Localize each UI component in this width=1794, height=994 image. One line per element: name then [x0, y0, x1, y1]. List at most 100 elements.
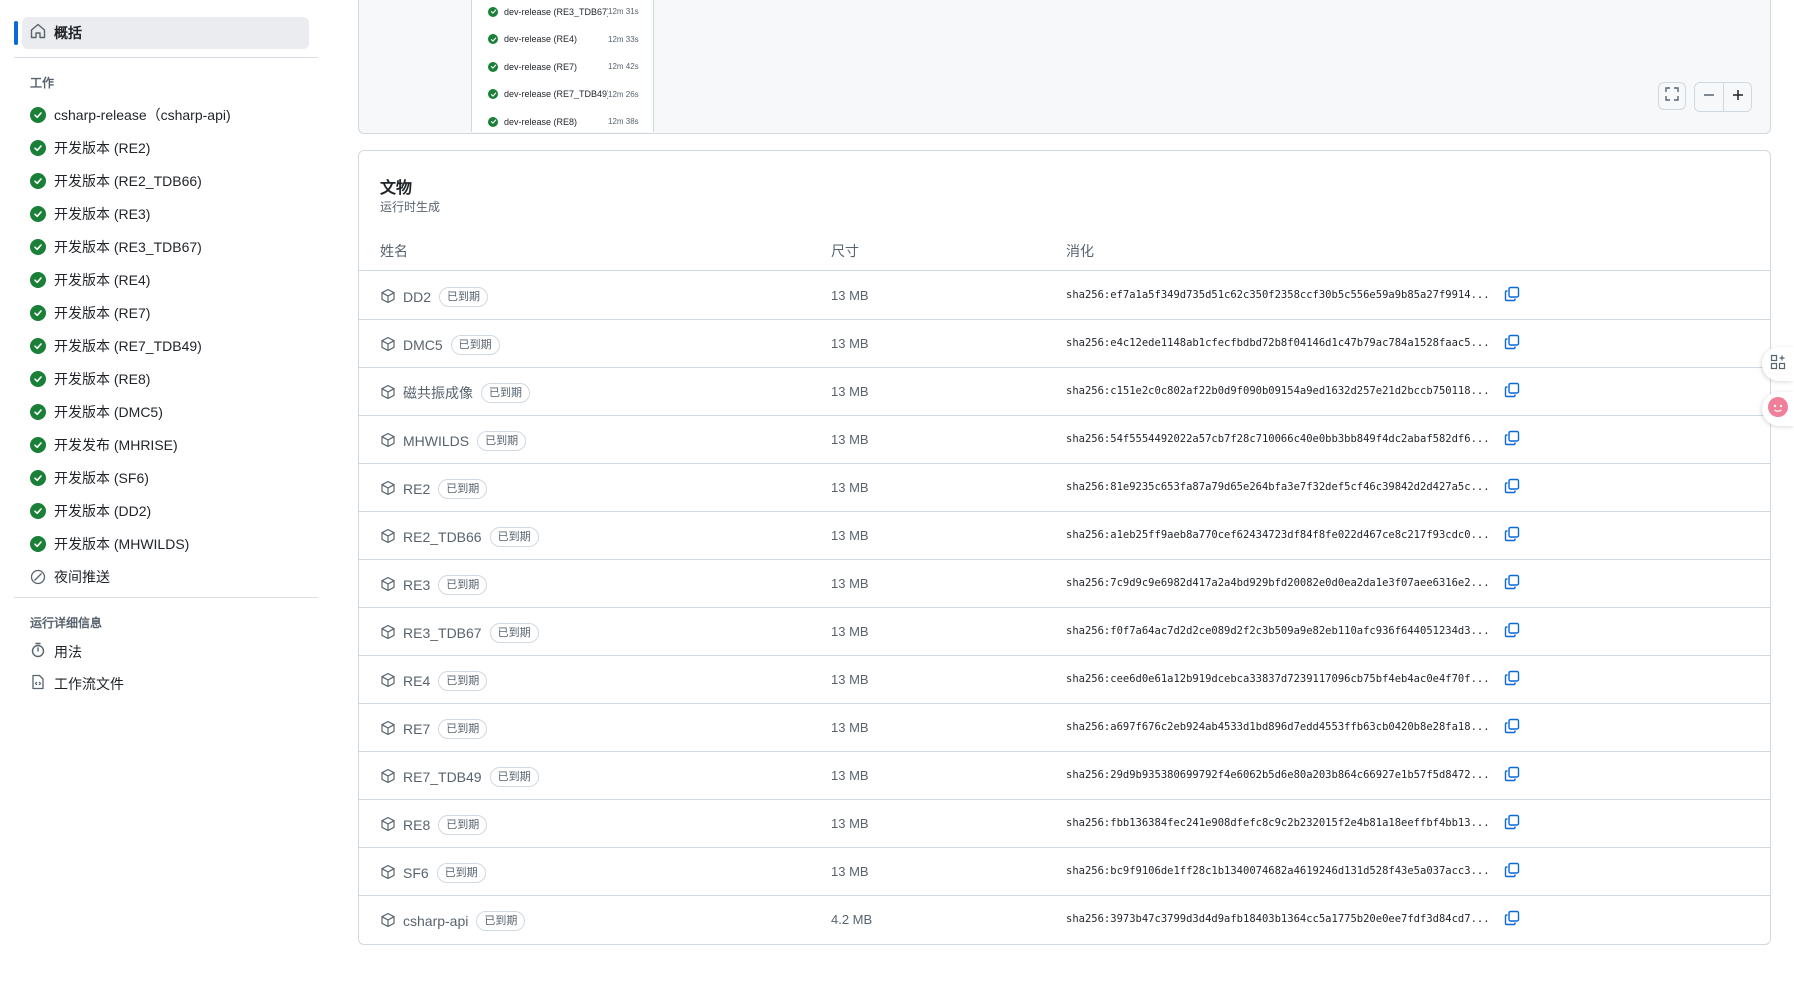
copy-button[interactable]	[1502, 574, 1522, 594]
artifact-name: DMC5	[403, 337, 443, 353]
zoom-out-button[interactable]	[1695, 83, 1723, 111]
artifact-name-link[interactable]: RE2_TDB66 已到期	[403, 527, 539, 547]
sidebar-job-item[interactable]: 开发版本 (RE4)	[14, 263, 318, 296]
fullscreen-button[interactable]	[1658, 82, 1686, 110]
artifact-size: 13 MB	[831, 864, 869, 879]
package-icon	[380, 480, 396, 496]
file-code-icon	[30, 674, 46, 695]
copy-button[interactable]	[1502, 910, 1522, 930]
check-circle-icon	[30, 502, 46, 519]
check-circle-icon	[30, 205, 46, 222]
copy-button[interactable]	[1502, 526, 1522, 546]
table-row: RE7 已到期 13 MB sha256:a697f676c2eb924ab4533d…	[359, 704, 1770, 752]
copy-button[interactable]	[1502, 862, 1522, 882]
sidebar-job-item[interactable]: 开发版本 (RE2_TDB66)	[14, 164, 318, 197]
artifact-name: RE7	[403, 721, 431, 737]
artifact-name-link[interactable]: RE7 已到期	[403, 719, 488, 739]
artifact-digest: sha256:cee6d0e61a12b919dcebca33837d72391…	[1066, 673, 1490, 685]
divider	[14, 597, 318, 598]
check-circle-icon	[30, 172, 46, 189]
graph-job-name: dev-release (RE7)	[504, 61, 578, 72]
copy-button[interactable]	[1502, 478, 1522, 498]
sidebar-item-workflow-file[interactable]: 工作流文件	[14, 668, 318, 700]
sidebar-job-item[interactable]: 开发版本 (RE7)	[14, 296, 318, 329]
graph-job-duration: 12m 26s	[608, 89, 639, 99]
copy-button[interactable]	[1502, 814, 1522, 834]
sidebar-job-item[interactable]: 开发版本 (RE2)	[14, 131, 318, 164]
sidebar-job-item[interactable]: 夜间推送	[14, 560, 318, 593]
graph-job-node[interactable]: dev-release (RE3_TDB67) 12m 31s	[472, 0, 653, 26]
artifact-name: MHWILDS	[403, 433, 470, 449]
artifact-name-link[interactable]: RE3_TDB67 已到期	[403, 623, 539, 643]
artifacts-table-header: 姓名 尺寸 消化	[359, 231, 1770, 271]
sidebar-job-item[interactable]: 开发版本 (RE8)	[14, 362, 318, 395]
artifact-name-link[interactable]: DMC5 已到期	[403, 335, 500, 355]
graph-job-duration: 12m 31s	[608, 7, 639, 17]
sidebar-job-item[interactable]: 开发版本 (DD2)	[14, 494, 318, 527]
expired-badge: 已到期	[450, 335, 500, 355]
copy-button[interactable]	[1502, 670, 1522, 690]
zoom-in-button[interactable]	[1723, 83, 1751, 111]
sidebar-job-item[interactable]: 开发版本 (RE3_TDB67)	[14, 230, 318, 263]
copy-button[interactable]	[1502, 766, 1522, 786]
sidebar-job-label: 开发版本 (RE2)	[54, 139, 151, 156]
sidebar-job-label: 开发版本 (RE7)	[54, 304, 151, 321]
sidebar-job-item[interactable]: 开发版本 (SF6)	[14, 461, 318, 494]
zoom-in-icon	[1731, 88, 1745, 107]
artifact-name-link[interactable]: RE2 已到期	[403, 479, 488, 499]
sidebar-job-item[interactable]: 开发版本 (RE7_TDB49)	[14, 329, 318, 362]
artifact-name-link[interactable]: DD2 已到期	[403, 287, 489, 307]
expired-badge: 已到期	[436, 863, 486, 883]
check-circle-icon	[30, 304, 46, 321]
copy-button[interactable]	[1502, 334, 1522, 354]
column-header-name: 姓名	[380, 243, 408, 259]
artifact-name: RE4	[403, 673, 431, 689]
check-circle-icon	[488, 61, 498, 72]
artifact-name-link[interactable]: RE4 已到期	[403, 671, 488, 691]
sidebar-job-item[interactable]: 开发版本 (DMC5)	[14, 395, 318, 428]
copy-button[interactable]	[1502, 286, 1522, 306]
sidebar-job-item[interactable]: csharp-release（csharp-api)	[14, 98, 318, 131]
artifact-digest: sha256:7c9d9c9e6982d417a2a4bd929bfd20082…	[1066, 577, 1490, 589]
sidebar-job-item[interactable]: 开发版本 (RE3)	[14, 197, 318, 230]
sidebar-job-label: 开发版本 (DD2)	[54, 502, 152, 519]
sidebar-item-summary[interactable]: 概括	[14, 17, 309, 49]
artifact-name-link[interactable]: RE3 已到期	[403, 575, 488, 595]
check-circle-icon	[30, 535, 46, 552]
artifact-name-link[interactable]: RE8 已到期	[403, 815, 488, 835]
artifact-name-link[interactable]: 磁共振成像 已到期	[403, 383, 530, 403]
artifact-name-link[interactable]: SF6 已到期	[403, 863, 486, 883]
copy-button[interactable]	[1502, 382, 1522, 402]
translate-widget-button[interactable]	[1762, 392, 1794, 426]
artifact-name-link[interactable]: MHWILDS 已到期	[403, 431, 527, 451]
sidebar-job-item[interactable]: 开发发布 (MHRISE)	[14, 428, 318, 461]
artifact-digest: sha256:fbb136384fec241e908dfefc8c9c2b232…	[1066, 817, 1490, 829]
extension-widget-button[interactable]	[1762, 347, 1794, 381]
copy-icon	[1504, 334, 1520, 355]
sidebar-item-usage[interactable]: 用法	[14, 636, 318, 668]
graph-job-node[interactable]: dev-release (RE8) 12m 38s	[472, 108, 653, 136]
graph-job-node[interactable]: dev-release (RE7) 12m 42s	[472, 53, 653, 81]
graph-job-node[interactable]: dev-release (RE7_TDB49) 12m 26s	[472, 81, 653, 109]
package-icon	[380, 768, 396, 784]
sidebar-item-label: 概括	[54, 25, 82, 41]
copy-icon	[1504, 622, 1520, 643]
check-circle-icon	[30, 271, 46, 288]
copy-icon	[1504, 718, 1520, 739]
copy-button[interactable]	[1502, 430, 1522, 450]
copy-button[interactable]	[1502, 718, 1522, 738]
workflow-graph[interactable]: dev-release (RE3_TDB67) 12m 31s dev-releas…	[358, 0, 1771, 134]
copy-icon	[1504, 910, 1520, 931]
check-circle-icon	[488, 6, 498, 17]
package-icon	[380, 912, 396, 928]
job-list: csharp-release（csharp-api) 开发版本 (RE2) 开发版本…	[14, 98, 318, 593]
artifact-name-link[interactable]: csharp-api 已到期	[403, 911, 526, 931]
graph-job-node[interactable]: dev-release (RE4) 12m 33s	[472, 26, 653, 54]
sidebar-job-label: 夜间推送	[54, 568, 110, 585]
artifact-digest: sha256:29d9b935380699792f4e6062b5d6e80a2…	[1066, 769, 1490, 781]
copy-button[interactable]	[1502, 622, 1522, 642]
artifacts-panel: 文物 运行时生成 姓名 尺寸 消化 DD2 已到期 13 MB sha256:ef7a…	[358, 150, 1771, 945]
sidebar-job-item[interactable]: 开发版本 (MHWILDS)	[14, 527, 318, 560]
graph-controls	[1658, 82, 1752, 112]
artifact-name-link[interactable]: RE7_TDB49 已到期	[403, 767, 539, 787]
